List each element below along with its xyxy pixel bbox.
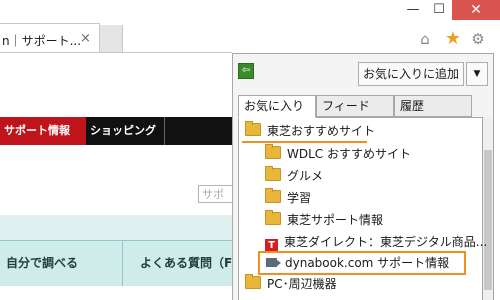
pin-pane-icon[interactable]: ⇦ bbox=[238, 63, 254, 79]
divider bbox=[122, 241, 123, 286]
folder-icon bbox=[245, 274, 261, 289]
favorites-link-dynabook-support[interactable]: dynabook.com サポート情報 bbox=[258, 251, 466, 275]
list-item-label: dynabook.com サポート情報 bbox=[285, 256, 450, 270]
list-item-label: 東芝ダイレクト：東芝デジタル商品... bbox=[284, 235, 488, 249]
folder-icon bbox=[265, 144, 281, 159]
browser-tab-active[interactable]: n｜サポート... × bbox=[0, 23, 100, 53]
folder-icon bbox=[265, 166, 281, 181]
star-icon[interactable]: ★ bbox=[443, 29, 463, 49]
favorites-folder-toshiba-support[interactable]: 東芝サポート情報 bbox=[265, 209, 383, 231]
list-item-label: 学習 bbox=[287, 191, 312, 205]
maximize-button[interactable]: ☐ bbox=[428, 0, 450, 20]
title-bar bbox=[0, 0, 500, 22]
folder-icon bbox=[265, 210, 281, 225]
content-band bbox=[0, 215, 232, 240]
tile-self-check[interactable]: 自分で調べる bbox=[6, 241, 116, 286]
folder-icon bbox=[245, 121, 261, 136]
new-tab-button[interactable] bbox=[100, 25, 123, 53]
gear-icon[interactable]: ⚙ bbox=[468, 29, 488, 49]
close-window-button[interactable]: ✕ bbox=[452, 0, 500, 20]
nav-support-info[interactable]: サポート情報 bbox=[0, 117, 86, 145]
add-to-favorites-button[interactable]: お気に入りに追加 bbox=[358, 62, 464, 86]
folder-icon bbox=[265, 188, 281, 203]
tile-faq[interactable]: よくある質問（F bbox=[140, 241, 232, 286]
favorites-folder-gourmet[interactable]: グルメ bbox=[265, 165, 323, 187]
favorites-folder-study[interactable]: 学習 bbox=[265, 187, 311, 209]
list-item-label: グルメ bbox=[287, 169, 324, 183]
list-item-label: WDLC おすすめサイト bbox=[287, 147, 411, 161]
favorites-folder-pc-peripherals[interactable]: PC･周辺機器 bbox=[245, 273, 337, 295]
favorites-link-toshiba-direct[interactable]: T 東芝ダイレクト：東芝デジタル商品... bbox=[265, 231, 487, 253]
minimize-button[interactable]: — bbox=[402, 0, 424, 20]
scrollbar-thumb[interactable] bbox=[484, 150, 492, 290]
nav-shopping[interactable]: ショッピング bbox=[90, 117, 165, 145]
link-icon bbox=[266, 258, 281, 267]
list-item-label: 東芝サポート情報 bbox=[287, 213, 384, 227]
favorites-folder-wdlc[interactable]: WDLC おすすめサイト bbox=[265, 143, 411, 165]
favorites-folder-toshiba-recommended[interactable]: 東芝おすすめサイト bbox=[245, 120, 375, 142]
tab-feeds[interactable]: フィード bbox=[316, 95, 394, 117]
tab-title: n｜サポート... bbox=[2, 34, 82, 48]
tab-close-icon[interactable]: × bbox=[80, 31, 91, 46]
list-item-label: PC･周辺機器 bbox=[267, 277, 337, 291]
chevron-down-icon[interactable]: ▼ bbox=[466, 62, 488, 86]
tab-favorites[interactable]: お気に入り bbox=[238, 95, 316, 118]
home-icon[interactable]: ⌂ bbox=[415, 29, 435, 49]
list-item-label: 東芝おすすめサイト bbox=[267, 124, 376, 138]
tab-history[interactable]: 履歴 bbox=[394, 95, 472, 117]
